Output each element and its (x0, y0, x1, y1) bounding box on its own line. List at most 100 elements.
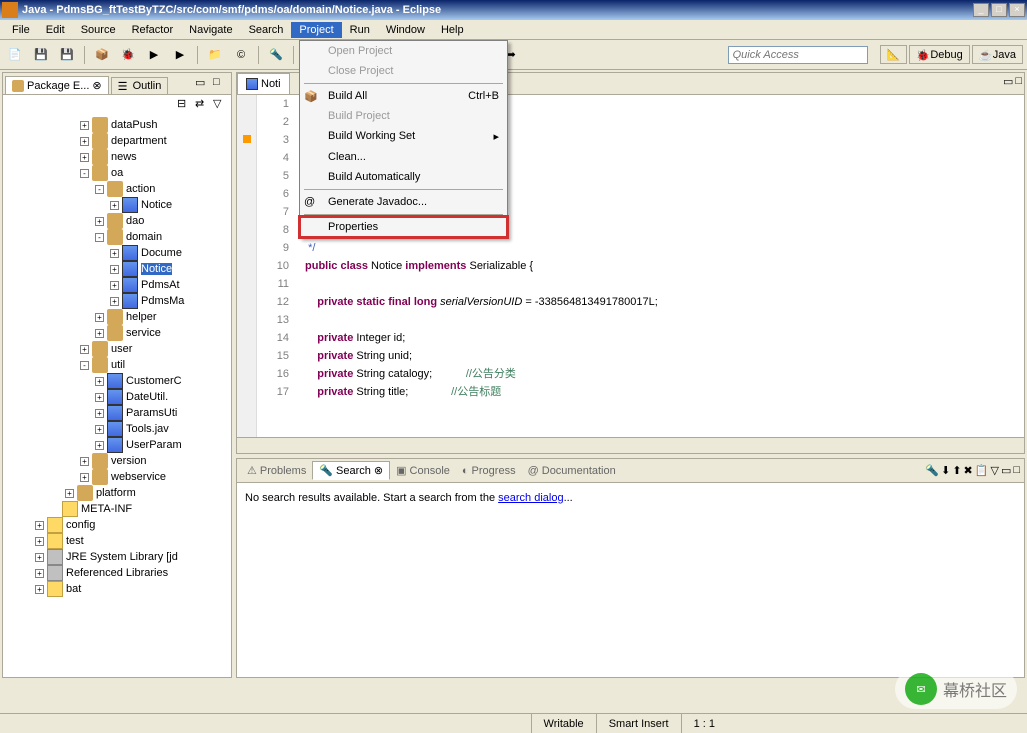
tree-node-util[interactable]: -util (5, 357, 229, 373)
tree-node-domain[interactable]: -domain (5, 229, 229, 245)
debug-button[interactable]: 🐞 (117, 44, 139, 66)
menu-file[interactable]: File (4, 22, 38, 38)
menu-search[interactable]: Search (241, 22, 292, 38)
tree-node-jresystemlibraryjd[interactable]: +JRE System Library [jd (5, 549, 229, 565)
tree-expand-icon[interactable]: + (95, 409, 104, 418)
close-button[interactable]: × (1009, 3, 1025, 17)
tree-node-department[interactable]: +department (5, 133, 229, 149)
bottom-maximize-icon[interactable]: □ (1013, 464, 1020, 477)
menu-refactor[interactable]: Refactor (124, 22, 182, 38)
minimize-button[interactable]: _ (973, 3, 989, 17)
tree-expand-icon[interactable]: + (95, 217, 104, 226)
tree-expand-icon[interactable]: + (110, 297, 119, 306)
menu-help[interactable]: Help (433, 22, 472, 38)
view-minimize-icon[interactable]: ▭ (195, 76, 211, 92)
new-button[interactable]: 📄 (4, 44, 26, 66)
tree-node-toolsjav[interactable]: +Tools.jav (5, 421, 229, 437)
menu-edit[interactable]: Edit (38, 22, 73, 38)
new-class-button[interactable]: © (230, 44, 252, 66)
tab-close-icon[interactable]: ⊗ (374, 464, 383, 477)
warning-marker-icon[interactable] (243, 135, 251, 143)
save-all-button[interactable]: 💾 (56, 44, 78, 66)
new-package-button[interactable]: 📁 (204, 44, 226, 66)
tab-console[interactable]: ▣Console (390, 462, 456, 479)
perspective-debug[interactable]: 🐞Debug (909, 45, 969, 64)
tree-expand-icon[interactable]: + (80, 121, 89, 130)
tab-progress[interactable]: ◐Progress (456, 463, 522, 479)
tree-node-version[interactable]: +version (5, 453, 229, 469)
open-perspective-button[interactable]: 📐 (880, 45, 908, 64)
editor-maximize-icon[interactable]: □ (1015, 75, 1022, 92)
view-menu-icon[interactable]: ▽ (213, 97, 229, 113)
tree-node-bat[interactable]: +bat (5, 581, 229, 597)
tree-node-config[interactable]: +config (5, 517, 229, 533)
tree-expand-icon[interactable]: + (95, 313, 104, 322)
tree-node-referencedlibraries[interactable]: +Referenced Libraries (5, 565, 229, 581)
search-again-icon[interactable]: 🔦 (925, 464, 939, 477)
tree-node-dao[interactable]: +dao (5, 213, 229, 229)
search-remove-icon[interactable]: ✖ (964, 464, 973, 477)
tree-expand-icon[interactable]: + (110, 265, 119, 274)
tree-node-pdmsma[interactable]: +PdmsMa (5, 293, 229, 309)
tree-expand-icon[interactable]: + (110, 281, 119, 290)
tree-expand-icon[interactable]: + (110, 201, 119, 210)
menu-navigate[interactable]: Navigate (181, 22, 240, 38)
tree-expand-icon[interactable]: + (80, 345, 89, 354)
tree-node-notice[interactable]: +Notice (5, 197, 229, 213)
tree-node-userparam[interactable]: +UserParam (5, 437, 229, 453)
tree-node-oa[interactable]: -oa (5, 165, 229, 181)
tree-node-helper[interactable]: +helper (5, 309, 229, 325)
tree-expand-icon[interactable]: + (65, 489, 74, 498)
tree-expand-icon[interactable]: + (35, 569, 44, 578)
tree-expand-icon[interactable]: + (80, 153, 89, 162)
bottom-view-menu-icon[interactable]: ▽ (990, 464, 998, 477)
run-last-button[interactable]: ▶ (169, 44, 191, 66)
menu-window[interactable]: Window (378, 22, 433, 38)
menu-clean[interactable]: Clean... (300, 147, 507, 167)
tab-documentation[interactable]: @Documentation (522, 463, 622, 479)
tab-package-explorer[interactable]: Package E... ⊗ (5, 76, 109, 94)
menu-properties[interactable]: Properties (300, 217, 507, 237)
editor-horizontal-scrollbar[interactable] (237, 437, 1024, 453)
run-button[interactable]: ▶ (143, 44, 165, 66)
tree-node-docume[interactable]: +Docume (5, 245, 229, 261)
menu-generate-javadoc[interactable]: @ Generate Javadoc... (300, 192, 507, 212)
tab-search[interactable]: 🔦Search ⊗ (312, 461, 390, 480)
tree-expand-icon[interactable]: + (80, 457, 89, 466)
tree-expand-icon[interactable]: + (95, 425, 104, 434)
menu-build-automatically[interactable]: Build Automatically (300, 167, 507, 187)
build-button[interactable]: 📦 (91, 44, 113, 66)
tree-node-webservice[interactable]: +webservice (5, 469, 229, 485)
perspective-java[interactable]: ☕Java (972, 45, 1023, 64)
package-tree[interactable]: +dataPush+department+news-oa-action+Noti… (3, 115, 231, 677)
tree-node-news[interactable]: +news (5, 149, 229, 165)
tree-expand-icon[interactable]: + (35, 585, 44, 594)
menu-run[interactable]: Run (342, 22, 378, 38)
tree-node-dateutil[interactable]: +DateUtil. (5, 389, 229, 405)
tab-outline[interactable]: ☰ Outlin (111, 77, 169, 94)
tree-node-user[interactable]: +user (5, 341, 229, 357)
menu-build-all[interactable]: 📦 Build All Ctrl+B (300, 86, 507, 106)
tree-expand-icon[interactable]: + (95, 377, 104, 386)
tree-node-action[interactable]: -action (5, 181, 229, 197)
editor-gutter[interactable] (237, 95, 257, 437)
link-editor-icon[interactable]: ⇄ (195, 97, 211, 113)
tree-expand-icon[interactable]: + (80, 137, 89, 146)
menu-build-working-set[interactable]: Build Working Set▸ (300, 126, 507, 147)
tree-expand-icon[interactable]: + (35, 521, 44, 530)
collapse-all-icon[interactable]: ⊟ (177, 97, 193, 113)
search-prev-icon[interactable]: ⬆ (952, 464, 961, 477)
tree-node-paramsuti[interactable]: +ParamsUti (5, 405, 229, 421)
tree-expand-icon[interactable]: + (80, 473, 89, 482)
menu-project[interactable]: Project (291, 22, 341, 38)
view-maximize-icon[interactable]: □ (213, 76, 229, 92)
search-history-icon[interactable]: 📋 (975, 464, 989, 477)
save-button[interactable]: 💾 (30, 44, 52, 66)
maximize-button[interactable]: □ (991, 3, 1007, 17)
menu-source[interactable]: Source (73, 22, 124, 38)
tree-expand-icon[interactable]: - (80, 361, 89, 370)
search-button[interactable]: 🔦 (265, 44, 287, 66)
search-dialog-link[interactable]: search dialog (498, 492, 563, 504)
tree-expand-icon[interactable]: - (95, 233, 104, 242)
bottom-minimize-icon[interactable]: ▭ (1001, 464, 1011, 477)
